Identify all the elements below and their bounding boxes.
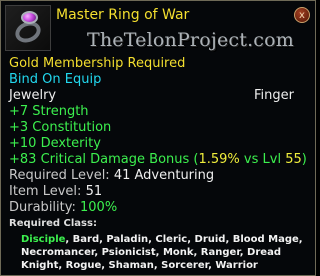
ring-gem [21,11,38,24]
required-level-line: Required Level: 41 Adventuring [9,168,309,184]
required-class-title: Required Class: [9,218,97,229]
item-level-line: Item Level: 51 [9,184,309,200]
critical-prefix: +83 Critical Damage Bonus ( [9,152,199,167]
constitution-stat: +3 Constitution [9,120,112,135]
item-slot: Finger [254,88,294,103]
durability-value: 100% [80,200,118,215]
ring-icon [5,5,51,51]
membership-requirement: Gold Membership Required [9,56,186,71]
site-watermark: TheTelonProject.com [87,29,295,51]
required-level-value: 41 Adventuring [113,168,215,183]
item-level-value: 51 [85,184,103,199]
item-type: Jewelry [9,88,57,103]
bind-status: Bind On Equip [9,72,102,87]
critical-level: 55 [285,152,302,167]
highlighted-class: Disciple [21,234,66,245]
durability-line: Durability: 100% [9,200,309,216]
item-tooltip: Master Ring of War x TheTelonProject.com… [0,0,316,276]
required-class-list: Disciple, Bard, Paladin, Cleric, Druid, … [21,233,306,272]
durability-label: Durability: [9,200,81,215]
tooltip-content: Gold Membership Required Bind On Equip J… [9,56,309,272]
close-button[interactable]: x [294,7,310,23]
critical-suffix: ) [301,152,307,167]
close-icon: x [299,10,305,21]
critical-percent: 1.59% [198,152,240,167]
required-level-label: Required Level: [9,168,114,183]
strength-stat: +7 Strength [9,104,89,119]
critical-damage-stat: +83 Critical Damage Bonus (1.59% vs Lvl … [9,152,309,168]
item-level-label: Item Level: [9,184,86,199]
item-type-row: Jewelry Finger [9,88,294,104]
dexterity-stat: +10 Dexterity [9,136,101,151]
item-title: Master Ring of War [56,7,190,23]
critical-middle: vs Lvl [239,152,286,167]
